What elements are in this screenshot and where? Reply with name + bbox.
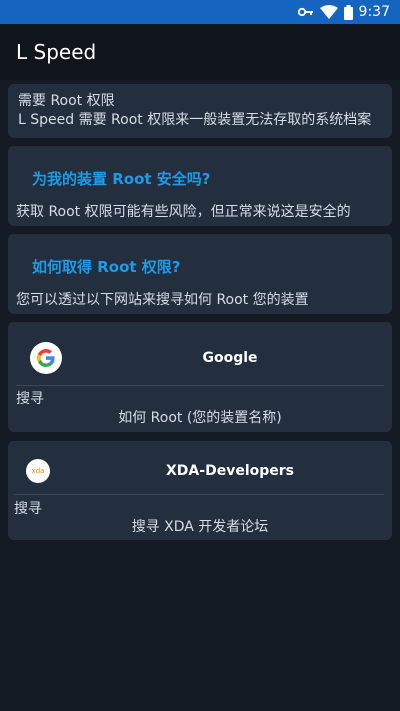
status-time: 9:37 (358, 4, 390, 20)
google-search-link[interactable]: 如何 Root (您的装置名称) (8, 407, 392, 427)
root-required-title: 需要 Root 权限 (18, 93, 115, 109)
root-howto-body: 您可以透过以下网站来搜寻如何 Root 您的装置 (16, 292, 309, 308)
xda-search-label: 搜寻 (14, 501, 42, 517)
google-divider (16, 385, 384, 386)
root-safety-body: 获取 Root 权限可能有些风险，但正常来说这是安全的 (16, 204, 351, 220)
root-safety-card: 为我的装置 Root 安全吗? 获取 Root 权限可能有些风险，但正常来说这是… (8, 146, 392, 226)
xda-logo-text: xda (31, 467, 45, 475)
battery-icon (343, 4, 353, 20)
xda-search-card[interactable]: xda XDA-Developers 搜寻 搜寻 XDA 开发者论坛 (8, 441, 392, 540)
root-howto-title: 如何取得 Root 权限? (32, 258, 181, 276)
xda-logo-icon: xda (26, 459, 50, 483)
google-search-label: 搜寻 (16, 391, 44, 407)
key-icon (297, 7, 314, 17)
root-safety-title: 为我的装置 Root 安全吗? (32, 170, 211, 188)
root-required-body: L Speed 需要 Root 权限来一般装置无法存取的系统档案 (18, 112, 372, 128)
xda-divider (14, 494, 384, 495)
xda-name: XDA-Developers (166, 463, 294, 479)
app-bar: L Speed (0, 24, 400, 80)
google-search-card[interactable]: Google 搜寻 如何 Root (您的装置名称) (8, 322, 392, 432)
xda-search-link[interactable]: 搜寻 XDA 开发者论坛 (8, 516, 392, 536)
status-bar: 9:37 (0, 0, 400, 24)
google-logo-icon (30, 342, 62, 374)
wifi-icon (319, 5, 338, 19)
app-title: L Speed (16, 40, 97, 64)
google-name: Google (202, 350, 258, 366)
root-howto-card: 如何取得 Root 权限? 您可以透过以下网站来搜寻如何 Root 您的装置 (8, 234, 392, 314)
root-required-card: 需要 Root 权限 L Speed 需要 Root 权限来一般装置无法存取的系… (8, 84, 392, 138)
